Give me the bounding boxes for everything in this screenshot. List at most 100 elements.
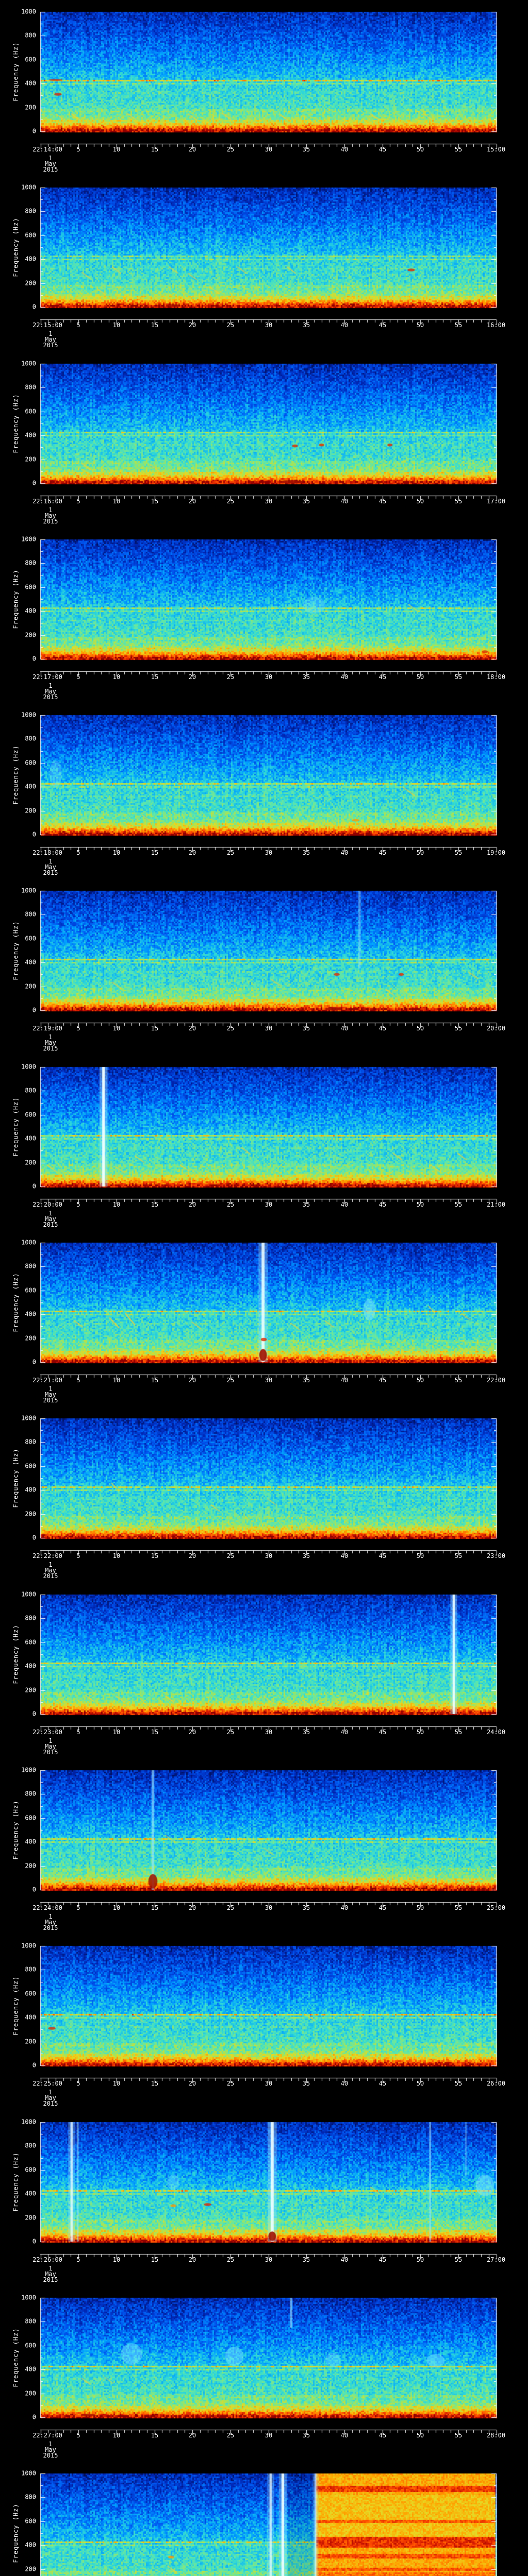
y-tick-label: 600 bbox=[25, 1814, 36, 1822]
x-tick-label: 15 bbox=[151, 2432, 159, 2439]
x-tick-label: 40 bbox=[340, 321, 349, 329]
x-tick-label: 20 bbox=[188, 498, 196, 505]
x-tick-label: 30 bbox=[265, 1201, 273, 1208]
x-tick-label: 55 bbox=[454, 2256, 463, 2263]
x-tick-label: 35 bbox=[302, 673, 310, 681]
date-line: 2015 bbox=[43, 1572, 58, 1580]
x-tick-label: 5 bbox=[76, 498, 80, 505]
x-tick-label: 55 bbox=[454, 2080, 463, 2087]
y-tick-label: 1000 bbox=[21, 2294, 36, 2301]
x-tick-label: 10 bbox=[112, 1904, 121, 1911]
y-tick-label: 400 bbox=[25, 255, 36, 263]
x-tick-label: 10 bbox=[112, 1552, 121, 1560]
x-axis-start-time-label: 22:26:00 bbox=[32, 2256, 62, 2263]
x-axis-end-time-label: 26:00 bbox=[486, 2080, 506, 2087]
x-tick-label: 50 bbox=[416, 321, 424, 329]
x-tick-label: 45 bbox=[378, 321, 387, 329]
x-axis-end-time-label: 28:00 bbox=[486, 2432, 506, 2439]
x-tick-label: 55 bbox=[454, 673, 463, 681]
x-tick-label: 50 bbox=[416, 849, 424, 856]
y-tick-label: 200 bbox=[25, 2214, 36, 2222]
spectrogram-panel: Frequency (Hz) 1000 800 600 400 200 0 22:24:00 5… bbox=[0, 1758, 528, 1935]
y-axis-title: Frequency (Hz) bbox=[12, 2152, 20, 2212]
x-tick-label: 50 bbox=[416, 2256, 424, 2263]
x-tick-label: 40 bbox=[340, 1552, 349, 1560]
y-axis-title: Frequency (Hz) bbox=[12, 1976, 20, 2036]
x-tick-label: 50 bbox=[416, 2432, 424, 2439]
spectrogram-panel: Frequency (Hz)1000800600400200022:28:005… bbox=[0, 2462, 528, 2576]
x-tick-label: 55 bbox=[454, 321, 463, 329]
y-tick-label: 400 bbox=[25, 607, 36, 615]
x-tick-label: 15 bbox=[151, 1552, 159, 1560]
x-axis-end-time-label: 24:00 bbox=[486, 1728, 506, 1736]
x-tick-label: 55 bbox=[454, 1728, 463, 1736]
y-tick-label: 1000 bbox=[21, 711, 36, 719]
x-tick-label: 45 bbox=[378, 1025, 387, 1032]
y-tick-label: 400 bbox=[25, 1310, 36, 1318]
x-tick-label: 10 bbox=[112, 1025, 121, 1032]
x-tick-label: 30 bbox=[265, 1904, 273, 1911]
x-tick-label: 35 bbox=[302, 1201, 310, 1208]
y-tick-label: 800 bbox=[25, 1614, 36, 1622]
x-tick-label: 40 bbox=[340, 2256, 349, 2263]
x-tick-label: 5 bbox=[76, 1377, 80, 1384]
y-tick-label: 800 bbox=[25, 1087, 36, 1094]
x-tick-label: 45 bbox=[378, 1728, 387, 1736]
y-tick-label: 600 bbox=[25, 2166, 36, 2174]
x-tick-label: 10 bbox=[112, 2256, 121, 2263]
x-tick-label: 20 bbox=[188, 1552, 196, 1560]
x-tick-label: 55 bbox=[454, 146, 463, 153]
y-tick-label: 800 bbox=[25, 1790, 36, 1798]
x-tick-label: 30 bbox=[265, 673, 273, 681]
y-axis-title: Frequency (Hz) bbox=[12, 2328, 20, 2387]
x-tick-label: 15 bbox=[151, 146, 159, 153]
x-tick-label: 20 bbox=[188, 321, 196, 329]
x-tick-label: 50 bbox=[416, 1377, 424, 1384]
y-tick-label: 200 bbox=[25, 631, 36, 639]
y-tick-label: 0 bbox=[32, 2413, 36, 2421]
x-tick-label: 40 bbox=[340, 1025, 349, 1032]
x-tick-label: 50 bbox=[416, 1904, 424, 1911]
y-tick-label: 0 bbox=[32, 1006, 36, 1014]
y-axis-title: Frequency (Hz) bbox=[12, 1624, 20, 1684]
x-tick-label: 15 bbox=[151, 321, 159, 329]
x-axis-end-time-label: 16:00 bbox=[486, 321, 506, 329]
x-tick-label: 35 bbox=[302, 1728, 310, 1736]
x-tick-label: 5 bbox=[76, 321, 80, 329]
x-axis-start-time-label: 22:22:00 bbox=[32, 1552, 62, 1560]
date-line: 2015 bbox=[43, 693, 58, 701]
y-tick-label: 600 bbox=[25, 1286, 36, 1294]
x-tick-label: 45 bbox=[378, 1904, 387, 1911]
y-tick-label: 0 bbox=[32, 2238, 36, 2245]
y-tick-label: 1000 bbox=[21, 1590, 36, 1598]
x-tick-label: 30 bbox=[265, 1377, 273, 1384]
x-tick-label: 30 bbox=[265, 146, 273, 153]
x-tick-label: 55 bbox=[454, 1552, 463, 1560]
x-tick-label: 20 bbox=[188, 2432, 196, 2439]
x-tick-label: 5 bbox=[76, 2432, 80, 2439]
x-axis-start-time-label: 22:20:00 bbox=[32, 1201, 62, 1208]
x-tick-label: 5 bbox=[76, 2080, 80, 2087]
y-tick-label: 400 bbox=[25, 1838, 36, 1845]
x-tick-label: 40 bbox=[340, 1728, 349, 1736]
x-tick-label: 35 bbox=[302, 849, 310, 856]
x-axis-start-time-label: 22:15:00 bbox=[32, 321, 62, 329]
y-tick-label: 600 bbox=[25, 2342, 36, 2349]
x-tick-label: 5 bbox=[76, 2256, 80, 2263]
date-line: 2015 bbox=[43, 2452, 58, 2459]
spectrogram-panel: Frequency (Hz) 1000 800 600 400 200 0 22:18:00 5… bbox=[0, 703, 528, 879]
y-tick-label: 0 bbox=[32, 303, 36, 311]
x-axis-start-time-label: 22:18:00 bbox=[32, 849, 62, 856]
x-tick-label: 35 bbox=[302, 321, 310, 329]
spectrogram-panel: Frequency (Hz) 1000 800 600 400 200 0 22:15:00 5… bbox=[0, 176, 528, 352]
x-tick-label: 40 bbox=[340, 498, 349, 505]
x-tick-label: 10 bbox=[112, 1377, 121, 1384]
y-tick-label: 800 bbox=[25, 559, 36, 567]
x-tick-label: 35 bbox=[302, 1025, 310, 1032]
y-tick-label: 800 bbox=[25, 735, 36, 742]
x-tick-label: 40 bbox=[340, 1904, 349, 1911]
y-tick-label: 1000 bbox=[21, 1239, 36, 1246]
x-tick-label: 45 bbox=[378, 1552, 387, 1560]
x-tick-label: 20 bbox=[188, 1025, 196, 1032]
x-tick-label: 25 bbox=[226, 321, 235, 329]
